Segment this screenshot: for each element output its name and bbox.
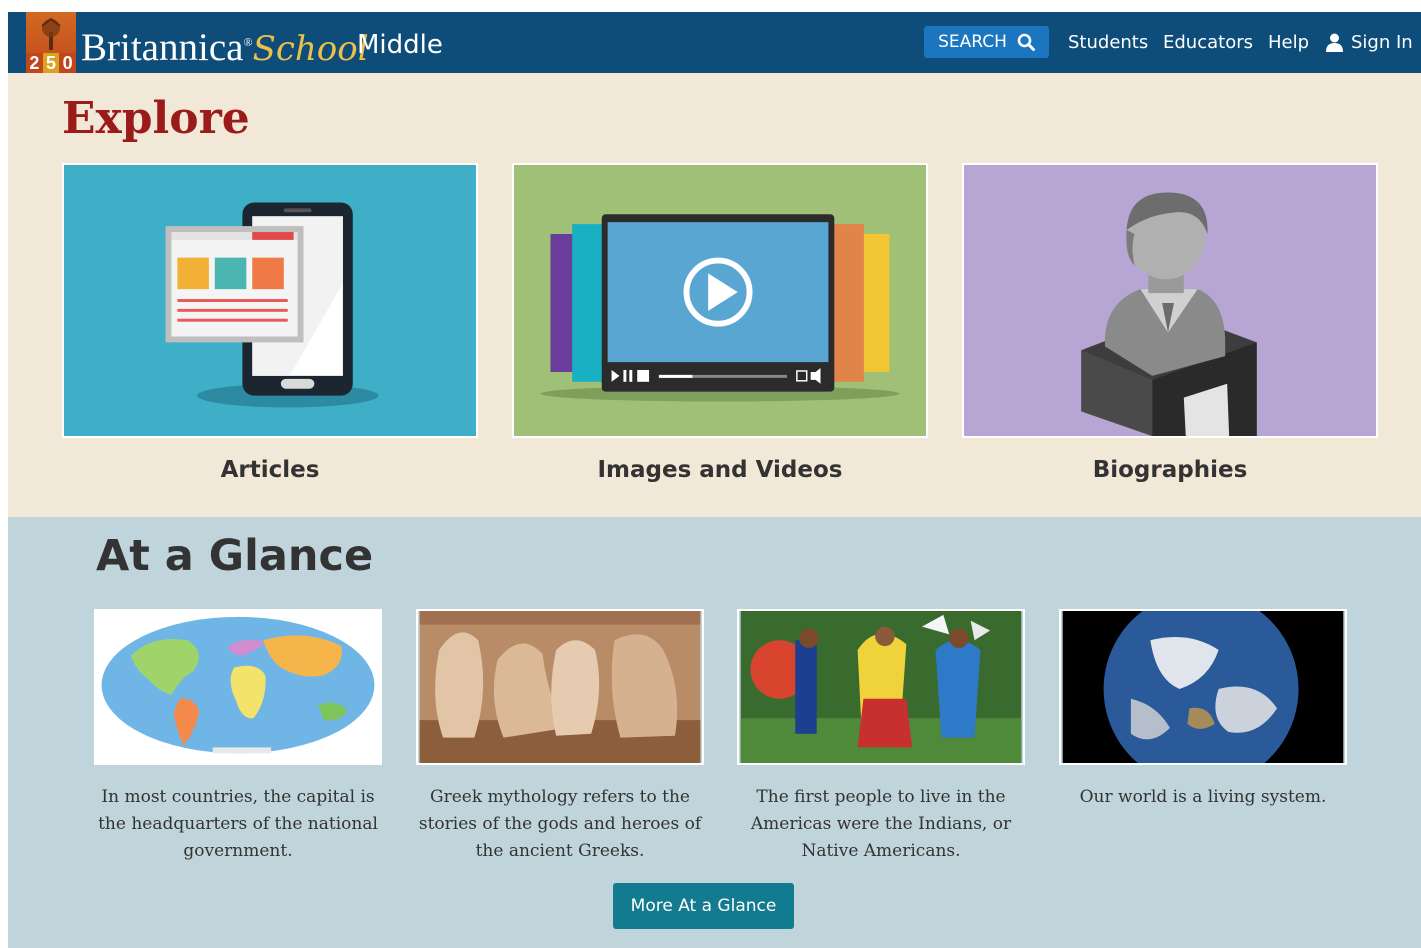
articles-label[interactable]: Articles [62,457,478,483]
world-map-image[interactable] [94,609,382,765]
glance-card-text: The first people to live in the Americas… [750,787,1012,861]
glance-title: At a Glance [96,531,374,581]
brand-logo-text[interactable]: Britannica®School [81,20,369,71]
nav-help[interactable]: Help [1268,32,1309,53]
explore-title: Explore [62,93,250,144]
video-player-icon [540,214,900,402]
badge-digit: 0 [59,53,77,73]
top-header: 2 5 0 Britannica®School Middle SEARCH St… [8,12,1421,73]
articles-tile[interactable] [62,163,478,438]
images-videos-tile[interactable] [512,163,928,438]
at-a-glance-section: At a Glance In most countries, the capit… [8,517,1421,948]
native-dancers-image[interactable] [737,609,1025,765]
search-button[interactable]: SEARCH [924,26,1049,58]
tree-icon [41,18,61,50]
badge-digit: 2 [26,53,43,73]
nav-educators[interactable]: Educators [1163,32,1253,53]
brand-level: Middle [357,30,443,60]
britannica-250-logo[interactable]: 2 5 0 [26,12,77,73]
greek-relief-image[interactable] [416,609,704,765]
sign-in-label: Sign In [1351,32,1413,53]
biographies-label[interactable]: Biographies [962,457,1378,483]
glance-card-text: Greek mythology refers to the stories of… [418,787,702,861]
brand-school: School [252,29,369,69]
badge-digit: 5 [42,53,60,73]
more-at-a-glance-button[interactable]: More At a Glance [613,883,794,929]
search-icon [1017,33,1035,51]
badge-number: 2 5 0 [26,53,77,73]
sign-in-link[interactable]: Sign In [1326,32,1413,53]
earth-globe-image[interactable] [1059,609,1347,765]
bust-statue-icon [1081,192,1257,436]
glance-card-text: In most countries, the capital is the he… [98,787,378,861]
explore-section: Explore Articles Images and Videos Biogr… [8,73,1421,517]
phone-document-icon [165,202,379,408]
images-videos-label[interactable]: Images and Videos [512,457,928,483]
glance-card-text: Our world is a living system. [1079,787,1327,807]
nav-students[interactable]: Students [1068,32,1148,53]
user-icon [1326,33,1343,52]
search-label: SEARCH [938,32,1007,52]
biographies-tile[interactable] [962,163,1378,438]
brand-name: Britannica [81,26,244,69]
